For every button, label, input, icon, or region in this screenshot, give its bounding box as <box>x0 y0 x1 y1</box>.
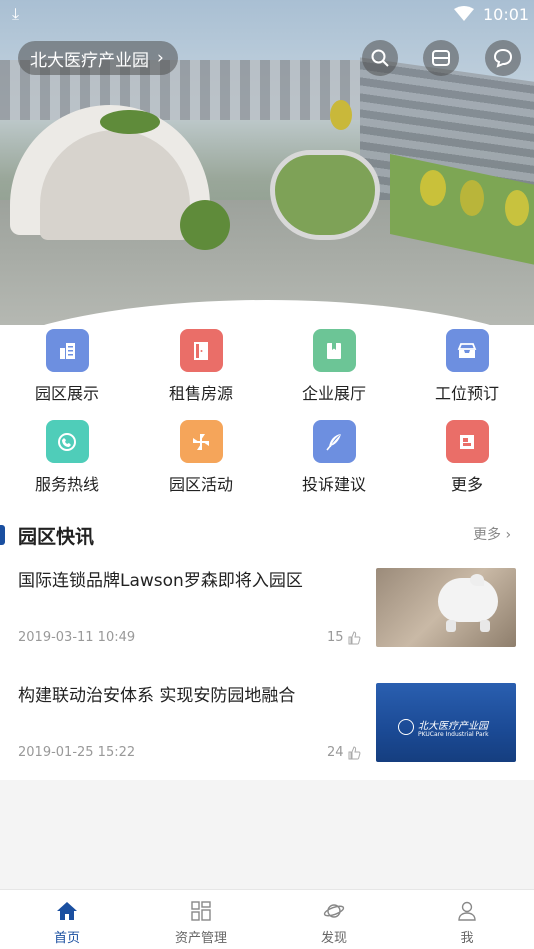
piggy-bank-body <box>438 578 498 622</box>
grid-label: 园区展示 <box>34 384 99 403</box>
news-title: 国际连锁品牌Lawson罗森即将入园区 <box>18 571 303 591</box>
asset-grid-icon <box>191 901 211 921</box>
section-title: 园区快讯 <box>18 526 95 548</box>
grid-label: 租售房源 <box>168 384 233 403</box>
pinwheel-icon <box>179 420 223 463</box>
grid-item-more[interactable]: 更多 <box>400 420 534 495</box>
news-thumbnail-piggy-bank <box>376 568 516 647</box>
chevron-right-icon: › <box>505 527 512 543</box>
function-grid: 园区展示 租售房源 企业展厅 工位预订 服务热线 园区活动 投诉建议 更多 <box>0 325 534 505</box>
thumb-logo-en: PKUCare Industrial Park <box>418 731 489 738</box>
grid-item-enterprise-hall[interactable]: 企业展厅 <box>267 329 401 404</box>
nav-label: 发现 <box>320 931 347 946</box>
piggy-bank-leg <box>446 620 456 632</box>
piggy-bank-ear <box>470 574 484 586</box>
thumbs-up-icon <box>348 745 360 759</box>
message-button[interactable] <box>485 40 521 76</box>
hero-tree <box>420 170 446 206</box>
nav-label: 资产管理 <box>174 931 227 946</box>
more-grid-icon <box>445 420 489 463</box>
hero-tree <box>460 180 484 216</box>
thumbs-up-icon <box>348 630 360 644</box>
news-item[interactable]: 国际连锁品牌Lawson罗森即将入园区 2019-03-11 10:49 15 <box>0 568 534 668</box>
status-bar: ⤓ 10:01 <box>0 0 534 28</box>
planet-icon <box>323 904 345 918</box>
bottom-navigation: 首页 资产管理 发现 我 <box>0 889 534 949</box>
hero-tree <box>505 190 529 226</box>
hero-tree <box>180 200 230 250</box>
user-icon <box>458 901 476 921</box>
status-time: 10:01 <box>483 5 530 24</box>
news-likes[interactable]: 15 <box>327 630 361 645</box>
news-item[interactable]: 构建联动治安体系 实现安防园地融合 2019-01-25 15:22 24 北大… <box>0 683 534 783</box>
hero-tree <box>100 110 160 134</box>
news-section: 园区快讯 更多 › 国际连锁品牌Lawson罗森即将入园区 2019-03-11… <box>0 505 534 780</box>
more-link[interactable]: 更多 › <box>473 524 511 544</box>
building-list-icon <box>45 329 89 372</box>
thumb-logo-cn: 北大医疗产业园 <box>418 721 488 732</box>
bookmark-book-icon <box>312 329 356 372</box>
hero-lawn <box>270 150 380 240</box>
grid-item-complaints[interactable]: 投诉建议 <box>267 420 401 495</box>
nav-label: 我 <box>460 931 474 946</box>
download-icon: ⤓ <box>12 4 20 23</box>
nav-discover[interactable]: 发现 <box>267 890 401 949</box>
like-count: 24 <box>327 745 344 760</box>
grid-label: 工位预订 <box>434 384 499 403</box>
home-icon <box>57 902 77 920</box>
section-marker <box>0 525 5 545</box>
inbox-tray-icon <box>445 329 489 372</box>
location-label: 北大医疗产业园 <box>30 50 149 71</box>
feather-icon <box>312 420 356 463</box>
search-icon <box>371 49 389 67</box>
news-date: 2019-03-11 10:49 <box>18 630 136 645</box>
hero-tree <box>330 100 352 130</box>
chat-bubble-icon <box>493 48 513 68</box>
more-label: 更多 <box>473 527 501 543</box>
search-button[interactable] <box>362 40 398 76</box>
nav-label: 首页 <box>53 931 80 946</box>
door-icon <box>179 329 223 372</box>
like-count: 15 <box>327 630 344 645</box>
news-date: 2019-01-25 15:22 <box>18 745 136 760</box>
grid-item-workstation-booking[interactable]: 工位预订 <box>400 329 534 404</box>
phone-icon <box>45 420 89 463</box>
scan-icon <box>432 50 450 66</box>
piggy-bank-leg <box>480 620 490 632</box>
grid-item-park-activities[interactable]: 园区活动 <box>134 420 268 495</box>
grid-item-park-display[interactable]: 园区展示 <box>0 329 134 404</box>
news-likes[interactable]: 24 <box>327 745 361 760</box>
chevron-right-icon: › <box>157 48 164 68</box>
location-selector[interactable]: 北大医疗产业园 › <box>18 41 178 75</box>
wifi-icon <box>454 6 474 21</box>
news-thumbnail-logo: 北大医疗产业园 PKUCare Industrial Park <box>376 683 516 762</box>
grid-label: 园区活动 <box>168 475 233 494</box>
scan-button[interactable] <box>423 40 459 76</box>
nav-me[interactable]: 我 <box>400 890 534 949</box>
nav-home[interactable]: 首页 <box>0 890 134 949</box>
grid-label: 企业展厅 <box>301 384 366 403</box>
park-logo-seal <box>398 719 414 735</box>
nav-assets[interactable]: 资产管理 <box>134 890 268 949</box>
grid-label: 投诉建议 <box>301 475 366 494</box>
grid-label: 更多 <box>450 475 483 494</box>
grid-item-service-hotline[interactable]: 服务热线 <box>0 420 134 495</box>
grid-item-rental-listings[interactable]: 租售房源 <box>134 329 268 404</box>
grid-label: 服务热线 <box>34 475 99 494</box>
news-title: 构建联动治安体系 实现安防园地融合 <box>18 686 296 706</box>
